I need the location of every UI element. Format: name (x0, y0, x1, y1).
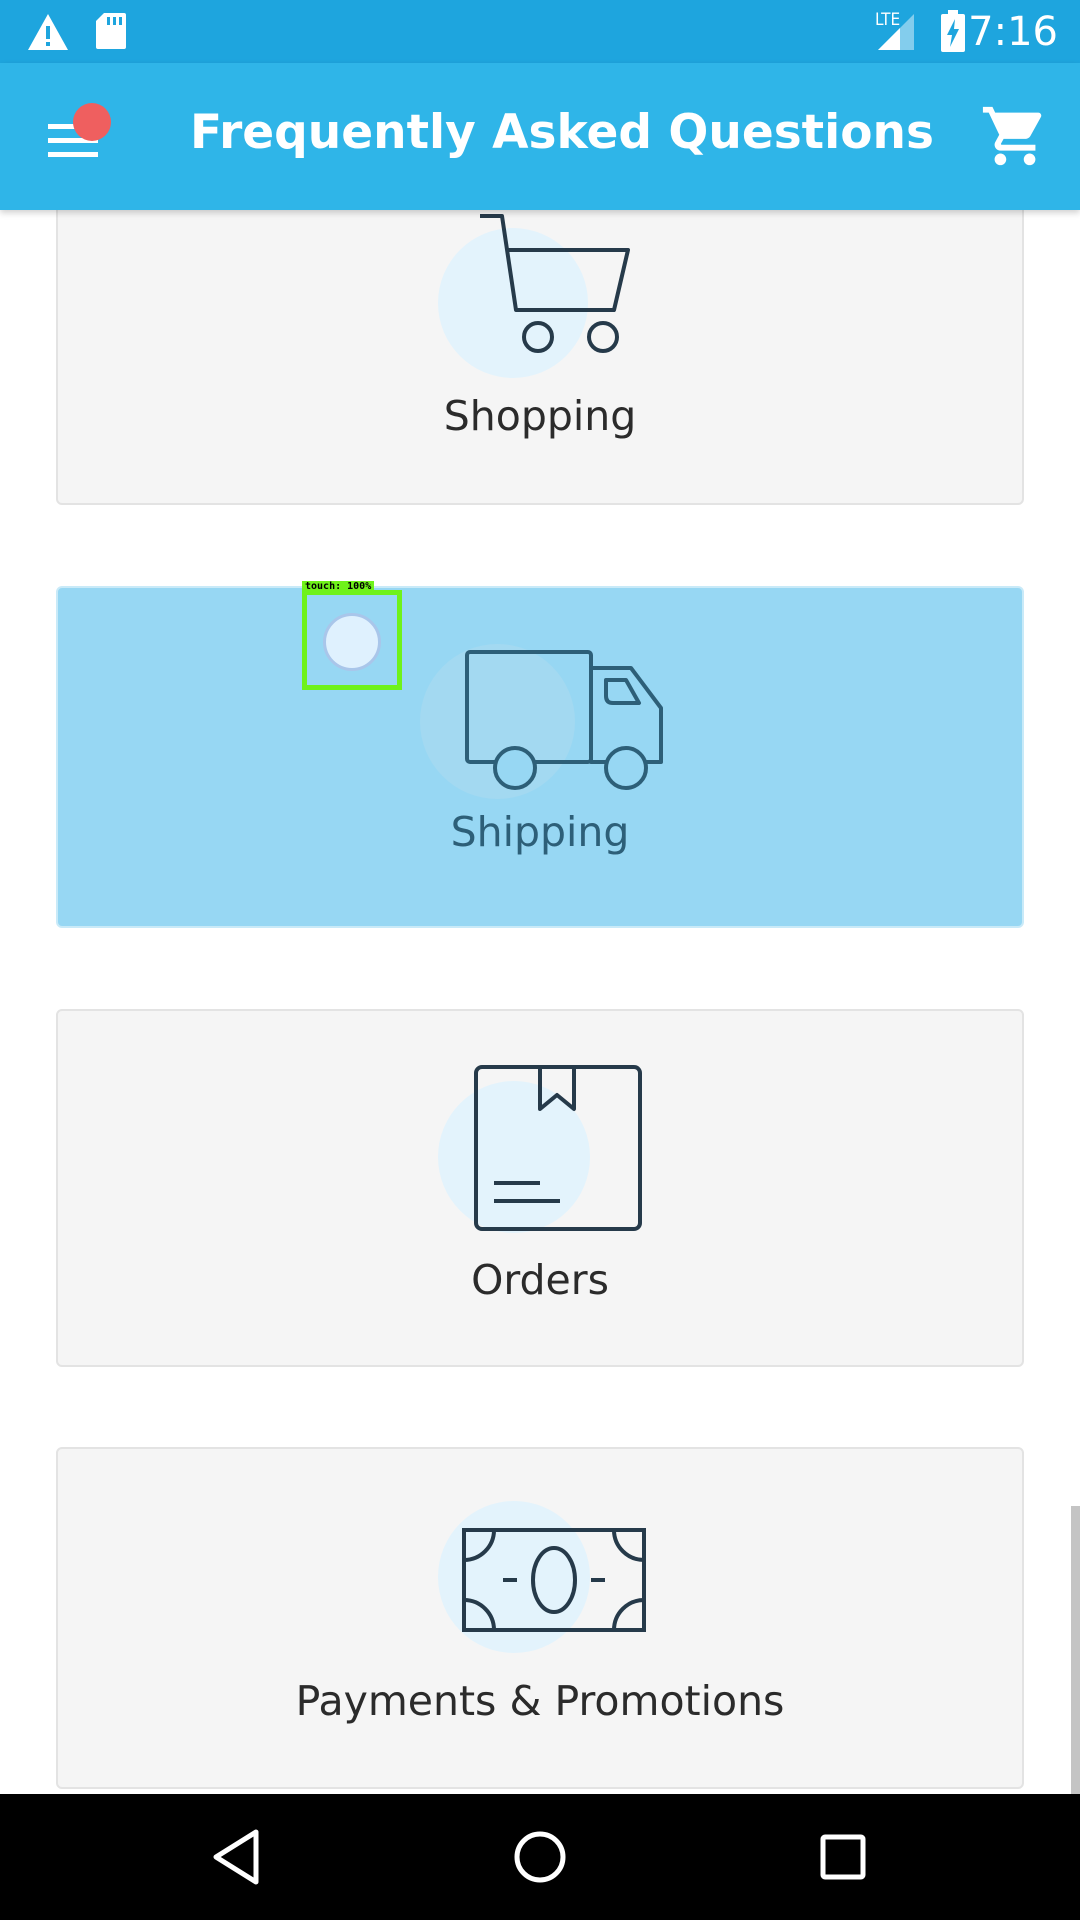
status-bar: LTE 7:16 (0, 0, 1080, 63)
banknote-icon (462, 1528, 646, 1632)
notification-badge (73, 103, 111, 141)
signal-icon (878, 14, 914, 50)
faq-category-list: Shopping Shipping Orders Payments & Prom… (0, 210, 1080, 1794)
battery-charging-icon (941, 10, 965, 52)
clock: 7:16 (968, 9, 1058, 55)
home-button[interactable] (507, 1824, 573, 1890)
recents-button[interactable] (810, 1824, 876, 1890)
truck-icon (465, 650, 663, 790)
faq-category-orders[interactable]: Orders (56, 1009, 1024, 1367)
warning-icon (28, 14, 68, 50)
scrollbar[interactable] (1071, 1506, 1080, 1796)
app-bar: Frequently Asked Questions (0, 63, 1080, 210)
touch-point (323, 613, 381, 671)
navigation-bar (0, 1794, 1080, 1920)
shopping-cart-icon (982, 106, 1042, 166)
home-icon (514, 1831, 566, 1883)
faq-category-shipping[interactable]: Shipping (56, 586, 1024, 928)
faq-category-payments-promotions[interactable]: Payments & Promotions (56, 1447, 1024, 1789)
page-title: Frequently Asked Questions (190, 105, 934, 160)
shopping-cart-icon (480, 214, 630, 353)
back-button[interactable] (206, 1824, 272, 1890)
back-icon (213, 1829, 259, 1885)
category-label: Shopping (443, 392, 637, 440)
package-box-icon (474, 1065, 642, 1231)
category-label: Payments & Promotions (295, 1677, 785, 1725)
cart-button[interactable] (980, 101, 1050, 171)
sd-card-icon (96, 13, 126, 49)
recents-icon (820, 1834, 866, 1880)
faq-category-shopping[interactable]: Shopping (56, 210, 1024, 505)
hamburger-menu-icon (48, 124, 98, 157)
category-label: Orders (471, 1256, 609, 1304)
category-label: Shipping (450, 808, 630, 856)
menu-button[interactable] (30, 93, 120, 183)
